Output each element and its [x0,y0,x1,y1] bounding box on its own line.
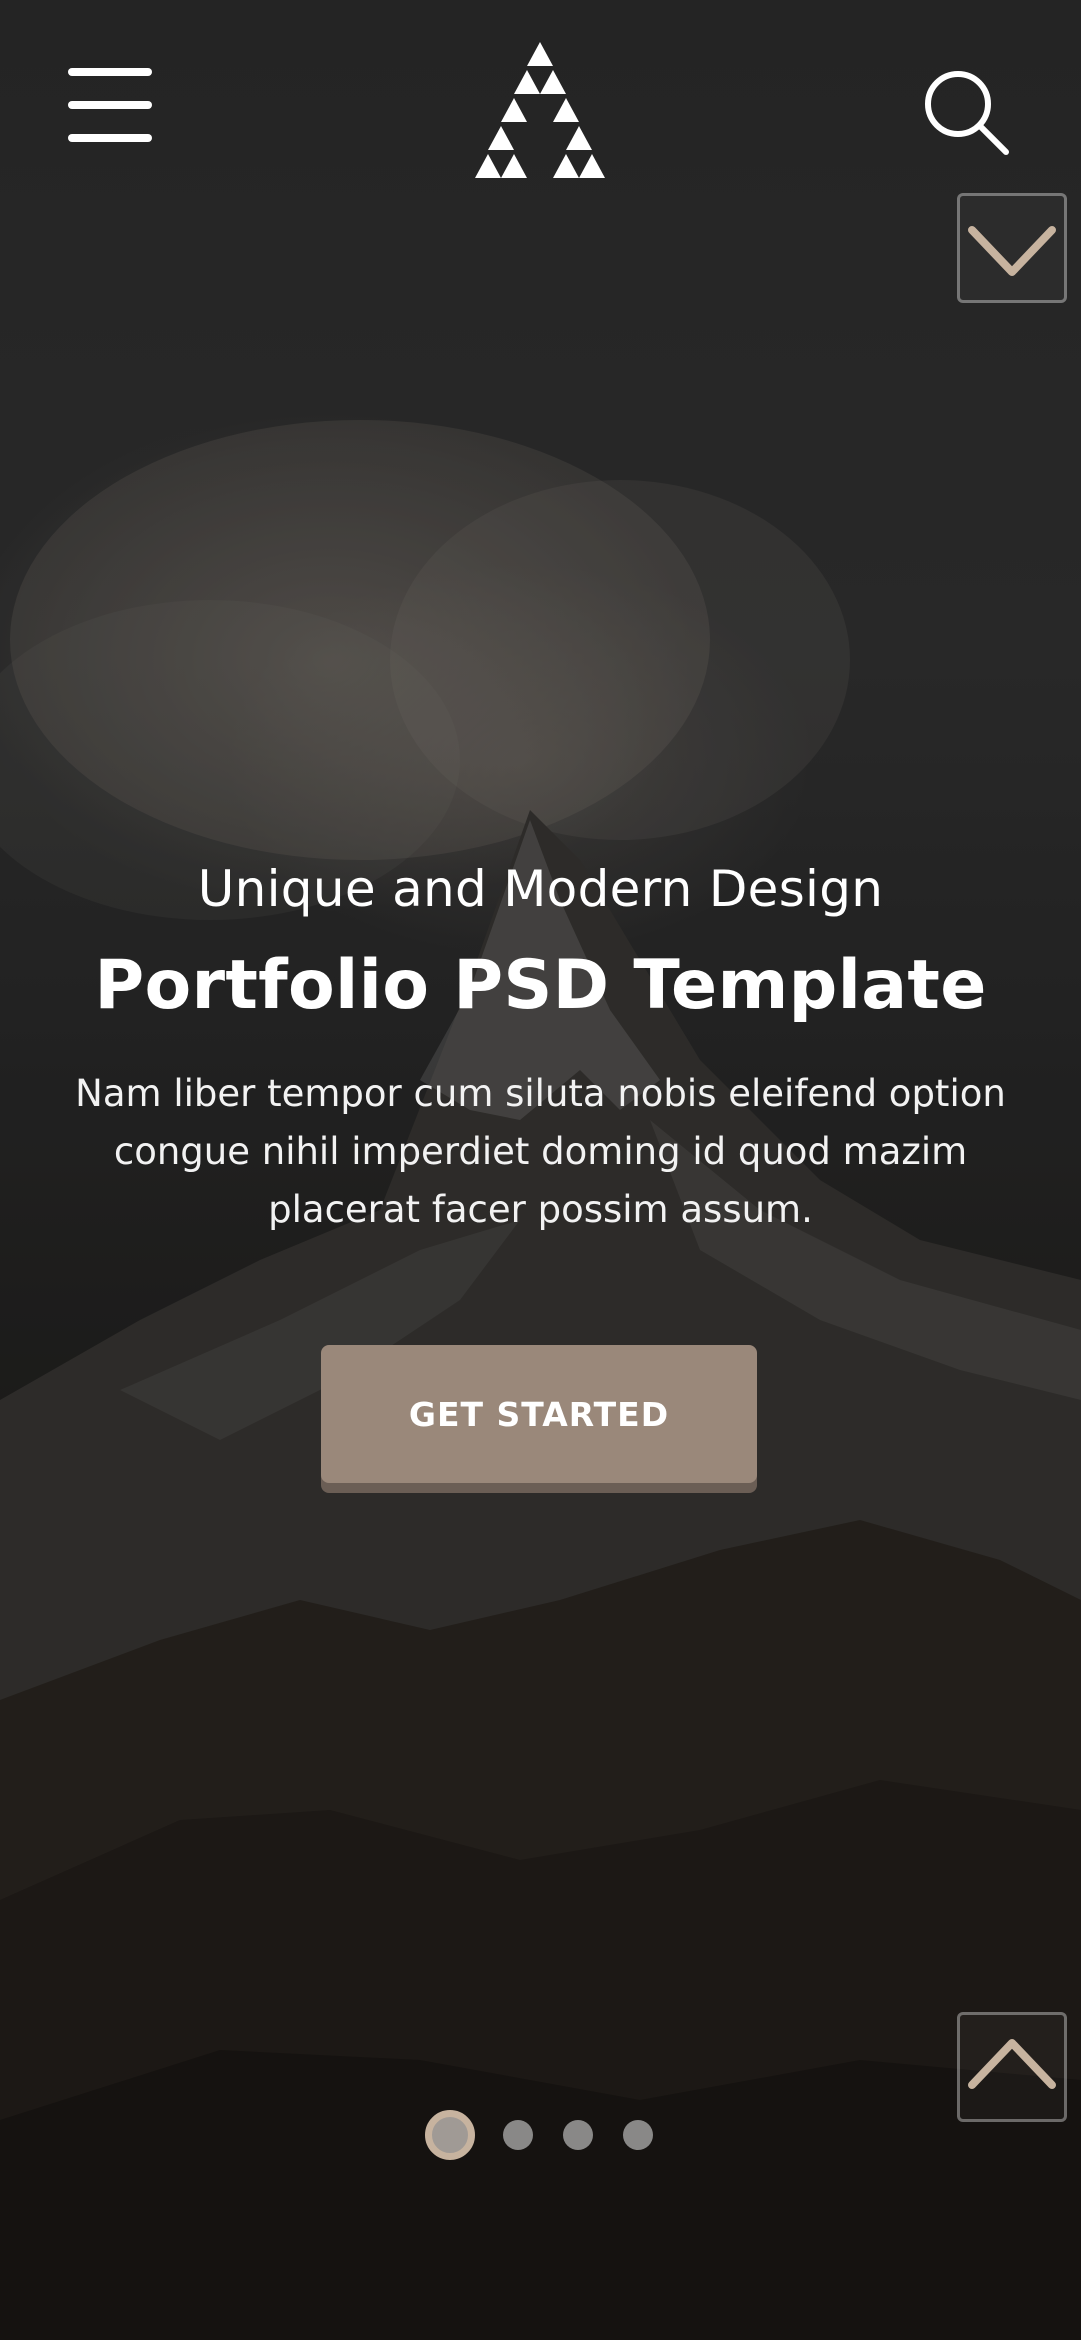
scroll-down-button[interactable] [957,193,1067,303]
slider-dot-1[interactable] [425,2110,475,2160]
hero-title: Portfolio PSD Template [94,946,987,1025]
triangle-logo-icon[interactable] [455,36,625,182]
slider-pagination [0,2105,1081,2165]
hero-subtitle: Unique and Modern Design [197,860,884,918]
search-icon[interactable] [920,66,1010,156]
chevron-down-icon [968,226,1056,276]
chevron-up-icon [968,2039,1056,2089]
hamburger-line [68,101,152,109]
slider-dot-2[interactable] [503,2120,533,2150]
hero-content: Unique and Modern Design Portfolio PSD T… [0,860,1081,1239]
hamburger-menu-icon[interactable] [68,66,152,146]
slider-dot-3[interactable] [563,2120,593,2150]
get-started-button[interactable]: GET STARTED [321,1345,757,1483]
hero-description: Nam liber tempor cum siluta nobis eleife… [75,1072,1006,1231]
top-navigation-bar [0,0,1081,190]
hamburger-line [68,68,152,76]
screen: Unique and Modern Design Portfolio PSD T… [0,0,1081,2340]
get-started-label: GET STARTED [408,1394,670,1434]
hamburger-line [68,134,152,142]
slider-dot-4[interactable] [623,2120,653,2150]
